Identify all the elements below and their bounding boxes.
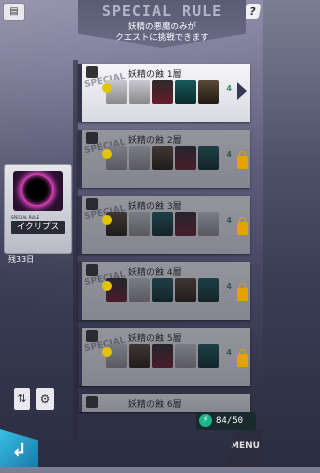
lock-icon xyxy=(237,151,248,169)
floor-name: 妖精の蝕 3層 xyxy=(128,202,182,212)
gear-icon[interactable]: ⚙ xyxy=(36,388,54,410)
enemy-portrait xyxy=(175,278,196,302)
floor-name: 妖精の蝕 4層 xyxy=(128,268,182,278)
enemy-portrait xyxy=(198,278,219,302)
enemy-portrait xyxy=(198,146,219,170)
lock-icon xyxy=(237,349,248,367)
floor-2-item[interactable]: SPECIAL 妖精の蝕 2層 4 xyxy=(78,130,250,188)
special-icon xyxy=(86,66,98,78)
chevron-right-icon[interactable] xyxy=(237,82,247,100)
stamina-count: 4 xyxy=(226,84,232,93)
enemy-portrait xyxy=(129,344,150,368)
floor-1-item[interactable]: SPECIAL 妖精の蝕 1層 4 xyxy=(78,64,250,122)
enemy-portrait xyxy=(152,344,173,368)
enemy-portrait xyxy=(175,146,196,170)
rule-card-label: SPECIAL RULE xyxy=(11,215,40,220)
stamina-value: 84/50 xyxy=(216,416,244,426)
floor-4-item[interactable]: SPECIAL 妖精の蝕 4層 4 xyxy=(78,262,250,320)
reward-badge-icon xyxy=(102,83,112,93)
floor-name: 妖精の蝕 2層 xyxy=(128,136,182,146)
enemy-portrait xyxy=(152,278,173,302)
lock-icon xyxy=(237,283,248,301)
enemy-portrait xyxy=(129,80,150,104)
special-icon xyxy=(86,198,98,210)
floor-5-item[interactable]: SPECIAL 妖精の蝕 5層 4 xyxy=(78,328,250,386)
help-button[interactable]: ? xyxy=(243,4,262,19)
enemy-portrait xyxy=(129,212,150,236)
enemy-list xyxy=(106,146,219,170)
reward-badge-icon xyxy=(102,215,112,225)
lock-icon xyxy=(237,217,248,235)
enemy-portrait xyxy=(129,146,150,170)
enemy-portrait xyxy=(198,212,219,236)
floor-name: 妖精の蝕 5層 xyxy=(128,334,182,344)
enemy-portrait xyxy=(129,278,150,302)
special-rule-card[interactable]: SPECIAL RULE イクリプス xyxy=(4,164,72,254)
stamina-count: 4 xyxy=(226,282,232,291)
enemy-list xyxy=(106,212,219,236)
floor-name: 妖精の蝕 6層 xyxy=(128,400,182,410)
special-icon xyxy=(86,132,98,144)
stamina-count: 4 xyxy=(226,216,232,225)
enemy-portrait xyxy=(175,80,196,104)
enemy-list xyxy=(106,344,219,368)
special-icon xyxy=(86,264,98,276)
floor-6-item[interactable]: 妖精の蝕 6層 xyxy=(78,394,250,412)
enemy-portrait xyxy=(152,80,173,104)
reward-badge-icon xyxy=(102,149,112,159)
floor-3-item[interactable]: SPECIAL 妖精の蝕 3層 4 xyxy=(78,196,250,254)
special-icon xyxy=(86,330,98,342)
enemy-portrait xyxy=(198,344,219,368)
rule-card-name: イクリプス xyxy=(11,221,65,234)
special-icon xyxy=(86,396,98,408)
enemy-list xyxy=(106,80,219,104)
enemy-portrait xyxy=(175,212,196,236)
reward-badge-icon xyxy=(102,347,112,357)
enemy-portrait xyxy=(152,212,173,236)
menu-toggle-icon[interactable]: ▤ xyxy=(3,3,25,21)
remaining-days: 残33日 xyxy=(8,255,35,264)
enemy-portrait xyxy=(198,80,219,104)
enemy-portrait xyxy=(152,146,173,170)
sort-icon[interactable]: ⇅ xyxy=(14,388,30,410)
reward-badge-icon xyxy=(102,281,112,291)
stamina-display: ⚡ 84/50 xyxy=(196,412,256,430)
stamina-count: 4 xyxy=(226,348,232,357)
lightning-icon: ⚡ xyxy=(199,414,212,427)
enemy-portrait xyxy=(175,344,196,368)
stamina-count: 4 xyxy=(226,150,232,159)
floor-name: 妖精の蝕 1層 xyxy=(128,70,182,80)
eclipse-icon xyxy=(13,171,63,211)
header-title: SPECIAL RULE xyxy=(101,2,223,20)
enemy-list xyxy=(106,278,219,302)
